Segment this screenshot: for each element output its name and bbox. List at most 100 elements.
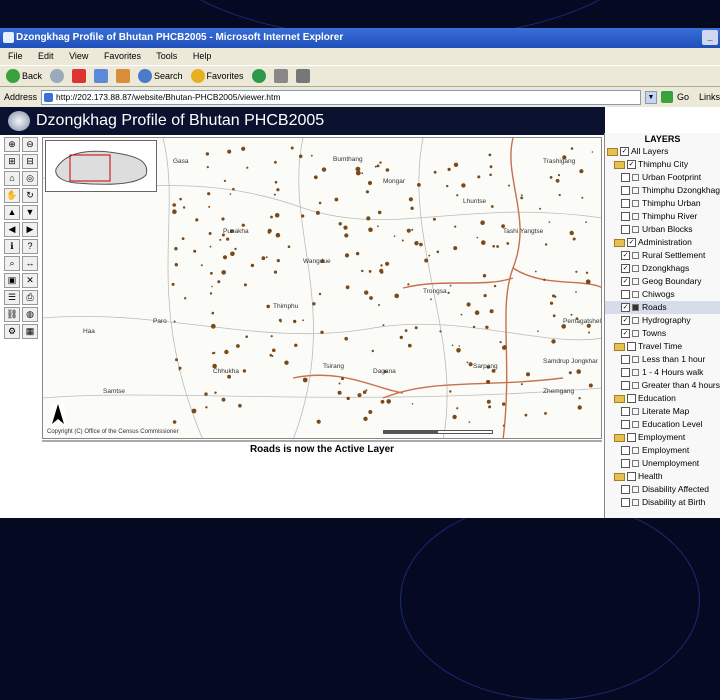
buffer-tool-button[interactable]: ◍: [22, 307, 38, 322]
layer-checkbox[interactable]: [627, 342, 636, 351]
layer-row[interactable]: Chiwogs: [605, 288, 720, 301]
layer-checkbox[interactable]: [621, 212, 630, 221]
menu-tools[interactable]: Tools: [156, 51, 177, 61]
layer-checkbox[interactable]: ✓: [627, 160, 636, 169]
layer-radio[interactable]: [632, 213, 639, 220]
layer-radio[interactable]: [632, 226, 639, 233]
layer-row[interactable]: Greater than 4 hours: [605, 379, 720, 392]
layer-group-row[interactable]: Employment: [605, 431, 720, 444]
select-tool-button[interactable]: ▣: [4, 273, 20, 288]
zoom-active-tool-button[interactable]: ◎: [22, 171, 38, 186]
layer-checkbox[interactable]: ✓: [621, 303, 630, 312]
layer-group-row[interactable]: Health: [605, 470, 720, 483]
layer-radio[interactable]: [632, 317, 639, 324]
pan-north-tool-button[interactable]: ▲: [4, 205, 20, 220]
layer-radio[interactable]: [632, 252, 639, 259]
folder-icon[interactable]: [614, 433, 625, 442]
layer-radio[interactable]: [632, 278, 639, 285]
layer-row[interactable]: Unemployment: [605, 457, 720, 470]
legend-tool-button[interactable]: ☰: [4, 290, 20, 305]
layer-row[interactable]: ✓ Towns: [605, 327, 720, 340]
menu-file[interactable]: File: [8, 51, 23, 61]
layer-checkbox[interactable]: ✓: [621, 329, 630, 338]
layer-group-row[interactable]: Education: [605, 392, 720, 405]
pan-tool-button[interactable]: ✋: [4, 188, 20, 203]
menu-edit[interactable]: Edit: [38, 51, 54, 61]
active-layer-radio[interactable]: [632, 304, 639, 311]
layer-row[interactable]: Less than 1 hour: [605, 353, 720, 366]
address-dropdown-button[interactable]: ▼: [644, 90, 657, 104]
layer-checkbox[interactable]: [621, 199, 630, 208]
layer-checkbox[interactable]: [621, 459, 630, 468]
layer-row[interactable]: 1 - 4 Hours walk: [605, 366, 720, 379]
zoom-out-box-tool-button[interactable]: ⊟: [22, 154, 38, 169]
overview-tool-button[interactable]: ▦: [22, 324, 38, 339]
identify-tool-button[interactable]: ℹ: [4, 239, 20, 254]
print-tool-button[interactable]: ⎙: [22, 290, 38, 305]
layer-radio[interactable]: [632, 369, 639, 376]
pan-east-tool-button[interactable]: ▶: [22, 222, 38, 237]
layer-checkbox[interactable]: ✓: [621, 277, 630, 286]
folder-icon[interactable]: [614, 342, 625, 351]
refresh-tool-button[interactable]: ↻: [22, 188, 38, 203]
folder-icon[interactable]: [614, 160, 625, 169]
layer-checkbox[interactable]: ✓: [621, 316, 630, 325]
layer-row[interactable]: Thimphu River: [605, 210, 720, 223]
folder-icon[interactable]: [614, 394, 625, 403]
layer-row[interactable]: ✓ Geog Boundary: [605, 275, 720, 288]
layer-checkbox[interactable]: [621, 485, 630, 494]
measure-tool-button[interactable]: ↔: [22, 256, 38, 271]
layer-checkbox[interactable]: [621, 173, 630, 182]
layer-radio[interactable]: [632, 499, 639, 506]
layer-checkbox[interactable]: ✓: [621, 251, 630, 260]
hyperlink-tool-button[interactable]: ⛓: [4, 307, 20, 322]
layer-checkbox[interactable]: ✓: [620, 147, 629, 156]
layer-row[interactable]: ✓ Roads: [605, 301, 720, 314]
layer-checkbox[interactable]: [621, 381, 630, 390]
layer-radio[interactable]: [631, 382, 639, 389]
layer-checkbox[interactable]: [621, 186, 630, 195]
layer-row[interactable]: Disability Affected: [605, 483, 720, 496]
layer-checkbox[interactable]: [621, 368, 630, 377]
print-button[interactable]: [294, 67, 312, 85]
layer-radio[interactable]: [632, 408, 639, 415]
layer-radio[interactable]: [632, 486, 639, 493]
search-button[interactable]: Search: [136, 67, 185, 85]
favorites-button[interactable]: Favorites: [189, 67, 246, 85]
go-button[interactable]: Go: [677, 92, 689, 102]
layer-row[interactable]: Disability at Birth: [605, 496, 720, 509]
refresh-button[interactable]: [92, 67, 110, 85]
layer-radio[interactable]: [631, 187, 639, 194]
layer-checkbox[interactable]: [621, 407, 630, 416]
layer-checkbox[interactable]: [627, 472, 636, 481]
layer-row[interactable]: ✓ Rural Settlement: [605, 249, 720, 262]
layer-checkbox[interactable]: [621, 420, 630, 429]
layer-row[interactable]: ✓ Hydrography: [605, 314, 720, 327]
layer-checkbox[interactable]: [627, 394, 636, 403]
folder-icon[interactable]: [614, 238, 625, 247]
layer-checkbox[interactable]: [621, 498, 630, 507]
stop-button[interactable]: [70, 67, 88, 85]
layer-checkbox[interactable]: [621, 290, 630, 299]
layer-radio[interactable]: [632, 460, 639, 467]
layer-radio[interactable]: [632, 330, 639, 337]
layer-radio[interactable]: [632, 265, 639, 272]
folder-icon[interactable]: [614, 472, 625, 481]
layer-radio[interactable]: [632, 356, 639, 363]
layer-group-row[interactable]: ✓ All Layers: [605, 145, 720, 158]
layer-radio[interactable]: [632, 200, 639, 207]
pan-south-tool-button[interactable]: ▼: [22, 205, 38, 220]
forward-button[interactable]: [48, 67, 66, 85]
layer-row[interactable]: Thimphu Urban: [605, 197, 720, 210]
layer-radio[interactable]: [632, 421, 639, 428]
clear-tool-button[interactable]: ✕: [22, 273, 38, 288]
pan-west-tool-button[interactable]: ◀: [4, 222, 20, 237]
menu-favorites[interactable]: Favorites: [104, 51, 141, 61]
menu-view[interactable]: View: [69, 51, 88, 61]
back-button[interactable]: Back: [4, 67, 44, 85]
overview-map[interactable]: [45, 140, 157, 192]
zoom-out-tool-button[interactable]: ⊖: [22, 137, 38, 152]
layer-checkbox[interactable]: [621, 355, 630, 364]
mail-button[interactable]: [272, 67, 290, 85]
query-tool-button[interactable]: ?: [22, 239, 38, 254]
